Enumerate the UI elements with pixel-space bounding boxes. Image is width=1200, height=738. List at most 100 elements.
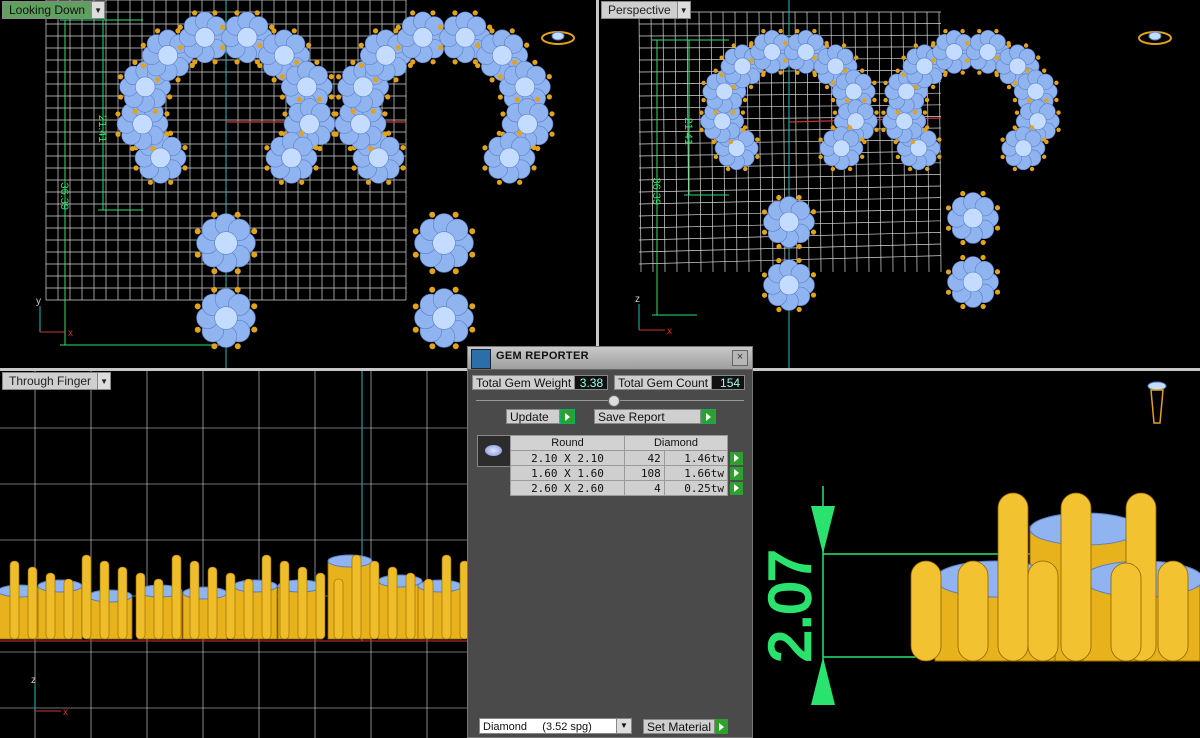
prong xyxy=(350,59,356,65)
prong xyxy=(1044,98,1049,103)
prong xyxy=(314,59,320,65)
prong xyxy=(901,72,906,78)
table-row[interactable]: 1.60 X 1.60 108 1.66tw xyxy=(510,465,744,481)
prong xyxy=(1056,127,1061,132)
update-button-label: Update xyxy=(506,409,560,424)
viewport-tab[interactable]: Looking Down ▼ xyxy=(2,1,106,19)
prong xyxy=(393,77,399,83)
prong xyxy=(824,84,830,90)
viewport-tab[interactable]: Perspective ▼ xyxy=(601,1,691,19)
round-diamond-icon[interactable] xyxy=(477,435,511,467)
prong xyxy=(154,28,161,34)
prong xyxy=(795,70,800,75)
prong xyxy=(171,554,182,640)
prong xyxy=(893,139,898,145)
center-gem xyxy=(979,43,997,61)
total-gem-weight-value: 3.38 xyxy=(575,375,609,390)
grid-line xyxy=(638,150,942,157)
center-gem xyxy=(915,57,934,75)
play-arrow-icon[interactable] xyxy=(715,719,729,734)
prong xyxy=(945,289,952,295)
prong xyxy=(135,572,146,640)
prong xyxy=(251,228,258,235)
prong xyxy=(847,166,853,172)
update-button[interactable]: Update xyxy=(506,409,575,424)
prong xyxy=(497,74,503,80)
prong xyxy=(500,111,506,117)
center-gem xyxy=(1008,57,1027,75)
prong xyxy=(382,111,388,117)
viewport-perspective[interactable]: Perspective ▼ 21.41 36.39 z x xyxy=(599,0,1200,368)
prong xyxy=(713,154,719,160)
prong xyxy=(1060,492,1092,662)
prong xyxy=(872,80,877,86)
viewport-looking-down[interactable]: Looking Down ▼ 21.41 36.39 y x xyxy=(0,0,596,368)
gem-reporter-panel: GEM REPORTER × Total Gem Weight 3.38 Tot… xyxy=(467,346,753,738)
viewport-tab[interactable]: Through Finger ▼ xyxy=(2,372,112,390)
prong xyxy=(913,43,919,48)
play-arrow-icon[interactable] xyxy=(701,409,716,424)
set-material-button[interactable]: Set Material xyxy=(643,719,729,734)
center-gem xyxy=(296,76,318,98)
prong xyxy=(931,41,936,46)
center-gem xyxy=(826,57,845,75)
close-icon[interactable]: × xyxy=(732,350,748,366)
prong xyxy=(482,165,488,171)
save-report-button[interactable]: Save Report xyxy=(594,409,716,424)
prong xyxy=(922,110,928,115)
prong xyxy=(980,254,986,261)
row-select-icon[interactable] xyxy=(730,466,743,480)
chevron-down-icon[interactable]: ▼ xyxy=(616,719,631,733)
panel-title-bar[interactable]: GEM REPORTER × xyxy=(468,347,752,370)
prong xyxy=(960,254,966,261)
table-row[interactable]: 2.10 X 2.10 42 1.46tw xyxy=(510,450,744,466)
gem-cluster xyxy=(945,254,1001,310)
prong xyxy=(699,127,704,133)
prong xyxy=(132,59,138,65)
chevron-down-icon[interactable]: ▼ xyxy=(98,372,112,390)
prong xyxy=(155,77,161,83)
row-select-icon[interactable] xyxy=(730,481,743,495)
gem-size: 2.10 X 2.10 xyxy=(510,450,625,466)
setting-cup xyxy=(377,580,423,640)
prong xyxy=(99,560,110,640)
chevron-down-icon[interactable]: ▼ xyxy=(92,1,106,19)
prong xyxy=(452,343,459,350)
prong xyxy=(761,209,768,215)
prong xyxy=(234,286,241,293)
prong xyxy=(469,326,476,333)
prong xyxy=(524,42,530,48)
prong xyxy=(182,144,188,151)
prong xyxy=(370,108,376,114)
prong xyxy=(257,42,263,48)
prong xyxy=(1054,97,1059,103)
prong xyxy=(859,137,865,142)
prong xyxy=(1027,560,1059,662)
setting-cup xyxy=(182,592,228,640)
prong xyxy=(1014,110,1020,115)
prong xyxy=(452,59,458,65)
prong xyxy=(699,110,704,115)
prong xyxy=(549,111,555,117)
prong xyxy=(1029,166,1035,172)
chevron-down-icon[interactable]: ▼ xyxy=(677,1,691,19)
splitter-handle[interactable] xyxy=(608,395,620,407)
row-select-icon[interactable] xyxy=(730,451,743,465)
table-row[interactable]: 2.60 X 2.60 4 0.25tw xyxy=(510,480,744,496)
prong xyxy=(234,211,241,218)
prong xyxy=(438,24,444,30)
gem-reporter-icon xyxy=(471,349,491,369)
material-select[interactable]: Diamond (3.52 spg) ▼ xyxy=(479,718,632,734)
grid-line xyxy=(638,34,942,37)
prong xyxy=(496,179,503,185)
column-header-shape: Round xyxy=(510,435,625,451)
prong xyxy=(994,72,1000,78)
play-arrow-icon[interactable] xyxy=(560,409,575,424)
viewport-side-detail[interactable]: 2.07 xyxy=(753,371,1200,738)
prong xyxy=(1006,43,1012,48)
viewport-through-finger[interactable]: Through Finger ▼ zx xyxy=(0,371,467,738)
prong xyxy=(358,42,364,48)
viewport-divider-vertical[interactable] xyxy=(596,0,599,368)
prong xyxy=(895,154,901,160)
gem-table: Round Diamond 2.10 X 2.10 42 1.46tw 1.60… xyxy=(510,435,744,496)
